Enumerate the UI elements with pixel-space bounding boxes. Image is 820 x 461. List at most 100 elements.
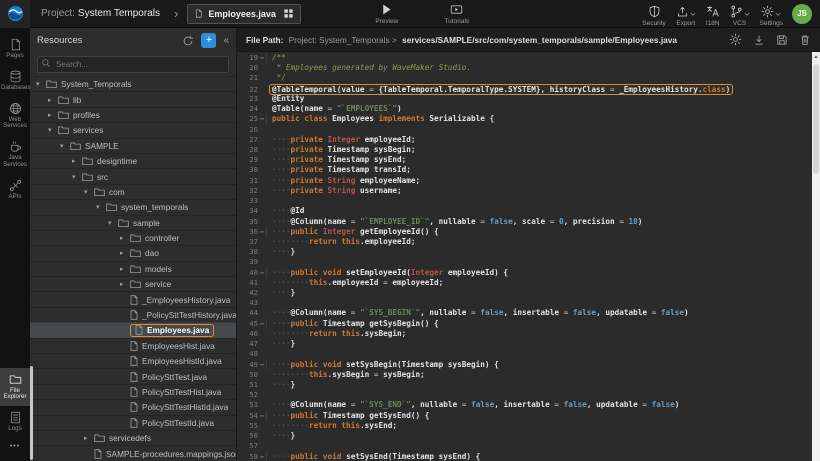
code-line[interactable]: 29····private Timestamp sysEnd; — [237, 155, 812, 165]
fold-marker[interactable]: − — [258, 319, 267, 329]
tree-row-designtime[interactable]: ▸designtime — [30, 153, 236, 168]
vcs-button[interactable]: VCS — [730, 5, 750, 27]
chevron-right-icon[interactable]: ▸ — [120, 280, 130, 288]
user-avatar[interactable]: JS — [792, 4, 812, 24]
tree-row-com[interactable]: ▾com — [30, 184, 236, 199]
code-line[interactable]: 46········return this.sysBegin; — [237, 329, 812, 339]
code-line[interactable]: 32····private String username; — [237, 186, 812, 196]
grid-icon[interactable] — [283, 8, 294, 19]
chevron-down-icon[interactable]: ▾ — [108, 219, 118, 227]
code-line[interactable]: 49−····public void setSysBegin(Timestamp… — [237, 360, 812, 370]
tree-row-sample[interactable]: ▾sample — [30, 215, 236, 230]
chevron-down-icon[interactable]: ▾ — [96, 203, 106, 211]
export-button[interactable]: Export — [676, 5, 696, 27]
code-line[interactable]: 36−····public Integer getEmployeeId() { — [237, 227, 812, 237]
code-line[interactable]: 21 */ — [237, 73, 812, 83]
fold-marker[interactable]: − — [258, 411, 267, 421]
code-line[interactable]: 28····private Timestamp sysBegin; — [237, 145, 812, 155]
rail-item-web-services[interactable]: Web Services — [0, 97, 30, 136]
code-line[interactable]: 52 — [237, 390, 812, 400]
tree-row-profiles[interactable]: ▸profiles — [30, 107, 236, 122]
tab-employees-java[interactable]: Employees.java — [187, 4, 301, 24]
tree-row-controller[interactable]: ▸controller — [30, 230, 236, 245]
fold-marker[interactable]: − — [258, 360, 267, 370]
tree-row-employeeshist-java[interactable]: EmployeesHist.java — [30, 338, 236, 353]
tree-row-policystttestid-java[interactable]: PolicySttTestId.java — [30, 415, 236, 430]
code-line[interactable]: 34····@Id — [237, 206, 812, 216]
code-line[interactable]: 43 — [237, 298, 812, 308]
chevron-right-icon[interactable]: ▸ — [48, 111, 58, 119]
code-line[interactable]: 57 — [237, 441, 812, 451]
chevron-right-icon[interactable]: ▸ — [72, 157, 82, 165]
fold-marker[interactable]: − — [258, 114, 267, 124]
rail-item-pages[interactable]: Pages — [0, 33, 30, 65]
chevron-down-icon[interactable]: ▾ — [60, 142, 70, 150]
preview-button[interactable]: Preview — [375, 3, 398, 25]
add-button[interactable]: + — [201, 33, 216, 48]
rail-item-logs[interactable]: Logs — [0, 406, 30, 438]
tree-row-policystttesthist-java[interactable]: PolicySttTestHist.java — [30, 384, 236, 399]
fold-marker[interactable]: − — [258, 268, 267, 278]
chevron-down-icon[interactable]: ▾ — [84, 188, 94, 196]
tutorials-button[interactable]: Tutorials — [444, 3, 469, 25]
code-line[interactable]: 53····@Column(name = "`SYS_END`", nullab… — [237, 400, 812, 410]
settings-gear-icon[interactable] — [729, 33, 742, 46]
code-line[interactable]: 24@Table(name = "`EMPLOYEES`") — [237, 104, 812, 114]
code-line[interactable]: 55········return this.sysEnd; — [237, 421, 812, 431]
panel-scrollbar[interactable] — [30, 366, 33, 460]
scrollbar-thumb[interactable] — [813, 64, 819, 174]
tree-row-dao[interactable]: ▸dao — [30, 245, 236, 260]
code-line[interactable]: 54−····public Timestamp getSysEnd() { — [237, 411, 812, 421]
editor-scrollbar[interactable]: ▲ — [812, 52, 820, 461]
tree-row-policystttest-java[interactable]: PolicySttTest.java — [30, 368, 236, 383]
collapse-panel-icon[interactable]: « — [223, 35, 229, 46]
code-line[interactable]: 35····@Column(name = "`EMPLOYEE_ID`", nu… — [237, 217, 812, 227]
tree-row-service[interactable]: ▸service — [30, 276, 236, 291]
tree-row-system-temporals[interactable]: ▾system_temporals — [30, 199, 236, 214]
code-line[interactable]: 26 — [237, 125, 812, 135]
code-line[interactable]: 37········return this.employeeId; — [237, 237, 812, 247]
code-line[interactable]: 20 * Employees generated by WaveMaker St… — [237, 63, 812, 73]
refresh-icon[interactable] — [182, 35, 194, 47]
code-line[interactable]: 25−public class Employees implements Ser… — [237, 114, 812, 124]
tree-row-lib[interactable]: ▸lib — [30, 91, 236, 106]
code-line[interactable]: 47····} — [237, 339, 812, 349]
rail-item-java-services[interactable]: Java Services — [0, 135, 30, 174]
code-line[interactable]: 22@TableTemporal(value = {TableTemporal.… — [237, 84, 812, 94]
tree-row-models[interactable]: ▸models — [30, 261, 236, 276]
chevron-down-icon[interactable]: ▾ — [72, 173, 82, 181]
chevron-right-icon[interactable]: ▸ — [120, 265, 130, 273]
code-line[interactable]: 23@Entity — [237, 94, 812, 104]
code-line[interactable]: 33 — [237, 196, 812, 206]
settings-button[interactable]: Settings — [760, 5, 784, 27]
tree-row-sample-procedures-mappings-json[interactable]: SAMPLE-procedures.mappings.json — [30, 445, 236, 460]
fold-marker[interactable]: − — [258, 53, 267, 63]
code-line[interactable]: 39 — [237, 257, 812, 267]
tree-row-servicedefs[interactable]: ▸servicedefs — [30, 430, 236, 445]
trash-icon[interactable] — [799, 34, 811, 46]
code-line[interactable]: 27····private Integer employeeId; — [237, 135, 812, 145]
tree-row-policystttesthistory-java[interactable]: _PolicySttTestHistory.java — [30, 307, 236, 322]
code-line[interactable]: 42····} — [237, 288, 812, 298]
download-icon[interactable] — [753, 34, 765, 46]
code-line[interactable]: 41········this.employeeId = employeeId; — [237, 278, 812, 288]
chevron-right-icon[interactable]: ▸ — [120, 234, 130, 242]
save-icon[interactable] — [776, 34, 788, 46]
rail-item-apis[interactable]: APIs — [0, 174, 30, 206]
code-line[interactable]: 38····} — [237, 247, 812, 257]
tree-row-src[interactable]: ▾src — [30, 168, 236, 183]
code-line[interactable]: 31····private String employeeName; — [237, 176, 812, 186]
wavemaker-logo-icon[interactable] — [0, 0, 30, 28]
tree-row-employeeshistid-java[interactable]: EmployeesHistId.java — [30, 353, 236, 368]
i18n-button[interactable]: I18N — [706, 5, 720, 27]
chevron-down-icon[interactable]: ▾ — [36, 80, 46, 88]
code-line[interactable]: 48 — [237, 349, 812, 359]
code-line[interactable]: 19−/** — [237, 53, 812, 63]
chevron-right-icon[interactable]: ▸ — [120, 249, 130, 257]
security-button[interactable]: Security — [642, 5, 665, 27]
code-line[interactable]: 44····@Column(name = "`SYS_BEGIN`", null… — [237, 308, 812, 318]
rail-item-file-explorer[interactable]: File Explorer — [0, 368, 30, 407]
code-line[interactable]: 45−····public Timestamp getSysBegin() { — [237, 319, 812, 329]
fold-marker[interactable]: − — [258, 227, 267, 237]
chevron-down-icon[interactable]: ▾ — [48, 126, 58, 134]
